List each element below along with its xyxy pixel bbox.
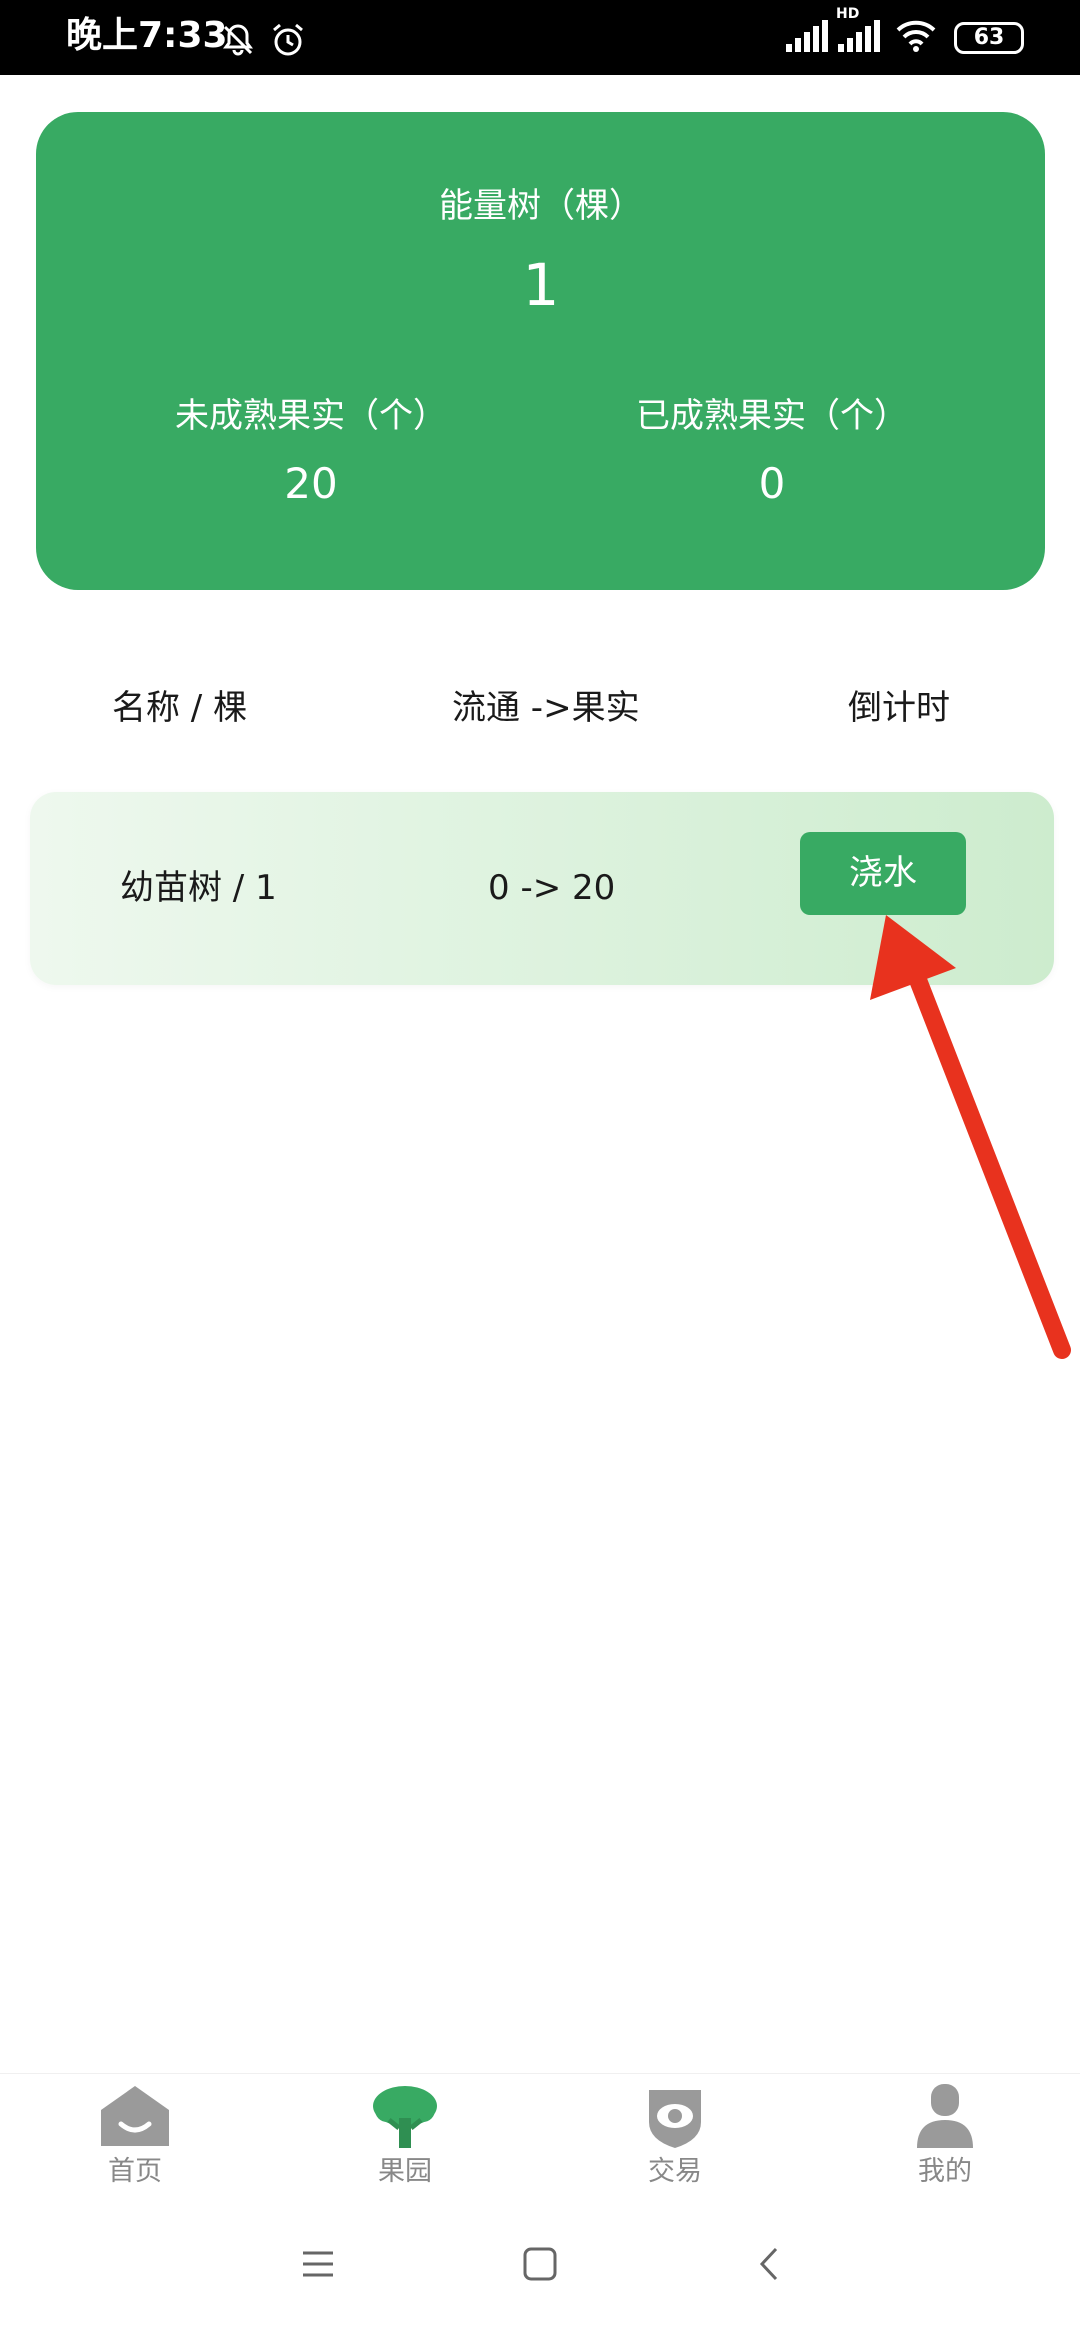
menu-icon[interactable] bbox=[300, 2246, 336, 2286]
header-countdown: 倒计时 bbox=[848, 688, 950, 728]
battery-icon: 63 bbox=[954, 22, 1024, 54]
alarm-icon bbox=[270, 22, 306, 62]
tab-home-label: 首页 bbox=[108, 2156, 162, 2187]
status-time: 晚上7:33 bbox=[66, 15, 228, 56]
bottom-tab-bar: 首页 果园 交易 我的 bbox=[0, 2073, 1080, 2208]
home-square-icon[interactable] bbox=[522, 2246, 558, 2286]
system-nav-bar bbox=[0, 2208, 1080, 2340]
ripe-fruit-value: 0 bbox=[758, 459, 786, 508]
tab-home[interactable]: 首页 bbox=[65, 2084, 205, 2204]
tab-mine[interactable]: 我的 bbox=[875, 2084, 1015, 2204]
trees-value: 1 bbox=[522, 251, 560, 319]
tree-icon bbox=[335, 2084, 475, 2152]
tab-trade-label: 交易 bbox=[648, 2156, 702, 2187]
network-label: HD bbox=[836, 6, 860, 22]
header-flow: 流通 ->果实 bbox=[452, 688, 640, 728]
mute-notification-icon bbox=[220, 22, 256, 62]
wifi-icon bbox=[896, 20, 936, 56]
tree-flow: 0 -> 20 bbox=[488, 868, 616, 908]
header-name: 名称 / 棵 bbox=[112, 688, 248, 728]
summary-card: 能量树（棵） 1 未成熟果实（个） 20 已成熟果实（个） 0 bbox=[36, 112, 1045, 590]
annotation-arrow-icon bbox=[870, 915, 1071, 1359]
back-icon[interactable] bbox=[752, 2246, 788, 2286]
trees-label: 能量树（棵） bbox=[439, 186, 643, 226]
tab-orchard-label: 果园 bbox=[378, 2156, 432, 2187]
status-bar: 晚上7:33 HD 63 bbox=[0, 0, 1080, 75]
user-icon bbox=[875, 2084, 1015, 2152]
tab-trade[interactable]: 交易 bbox=[605, 2084, 745, 2204]
tree-name: 幼苗树 / 1 bbox=[120, 868, 277, 908]
battery-level: 63 bbox=[973, 25, 1005, 50]
table-header: 名称 / 棵 流通 ->果实 倒计时 bbox=[0, 680, 1080, 736]
home-icon bbox=[65, 2084, 205, 2152]
unripe-fruit-label: 未成熟果实（个） bbox=[175, 396, 447, 436]
ripe-fruit-label: 已成熟果实（个） bbox=[636, 396, 908, 436]
tab-orchard[interactable]: 果园 bbox=[335, 2084, 475, 2204]
eye-shield-icon bbox=[605, 2084, 745, 2152]
signal-icon bbox=[786, 20, 828, 56]
tab-mine-label: 我的 bbox=[918, 2156, 972, 2187]
unripe-fruit-value: 20 bbox=[284, 459, 338, 508]
signal-hd-icon: HD bbox=[836, 6, 880, 56]
